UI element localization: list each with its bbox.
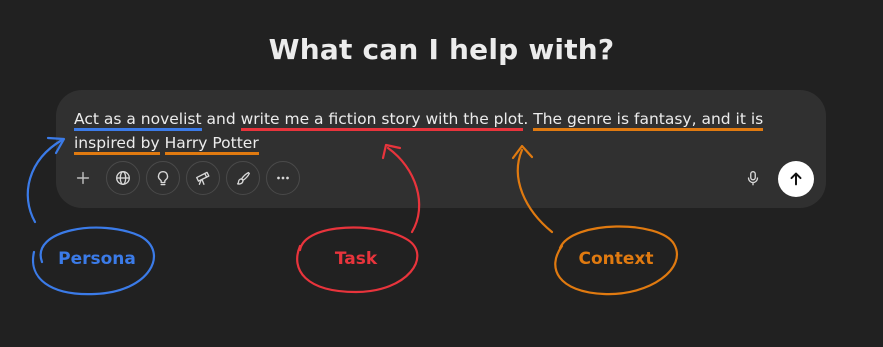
send-button[interactable] [778,161,814,197]
context-segment: Harry Potter [164,134,259,155]
paint-brush-icon [236,171,250,185]
prompt-join: and [201,110,241,128]
lightbulb-icon [157,171,169,186]
prompt-text[interactable]: Act as a novelist and write me a fiction… [74,107,794,155]
telescope-icon [196,171,210,185]
globe-icon [116,171,130,185]
microphone-icon [747,171,759,186]
prompt-join [160,134,165,152]
task-annotation-label: Task [334,249,378,269]
add-attachment-button[interactable] [66,161,100,195]
persona-annotation-label: Persona [58,249,136,269]
task-segment: write me a fiction story with the plot [240,110,524,131]
arrow-up-icon [790,172,802,186]
search-web-button[interactable] [106,161,140,195]
more-icon [277,176,289,180]
prompt-join: . [523,110,534,128]
deep-research-button[interactable] [186,161,220,195]
prompt-composer[interactable]: Act as a novelist and write me a fiction… [56,90,826,208]
persona-segment: Act as a novelist [74,110,202,131]
dictate-button[interactable] [736,161,770,195]
create-image-button[interactable] [226,161,260,195]
more-tools-button[interactable] [266,161,300,195]
plus-icon [76,171,90,185]
composer-toolbar [66,161,300,195]
context-annotation-label: Context [578,249,654,269]
reason-button[interactable] [146,161,180,195]
page-title: What can I help with? [268,33,615,66]
